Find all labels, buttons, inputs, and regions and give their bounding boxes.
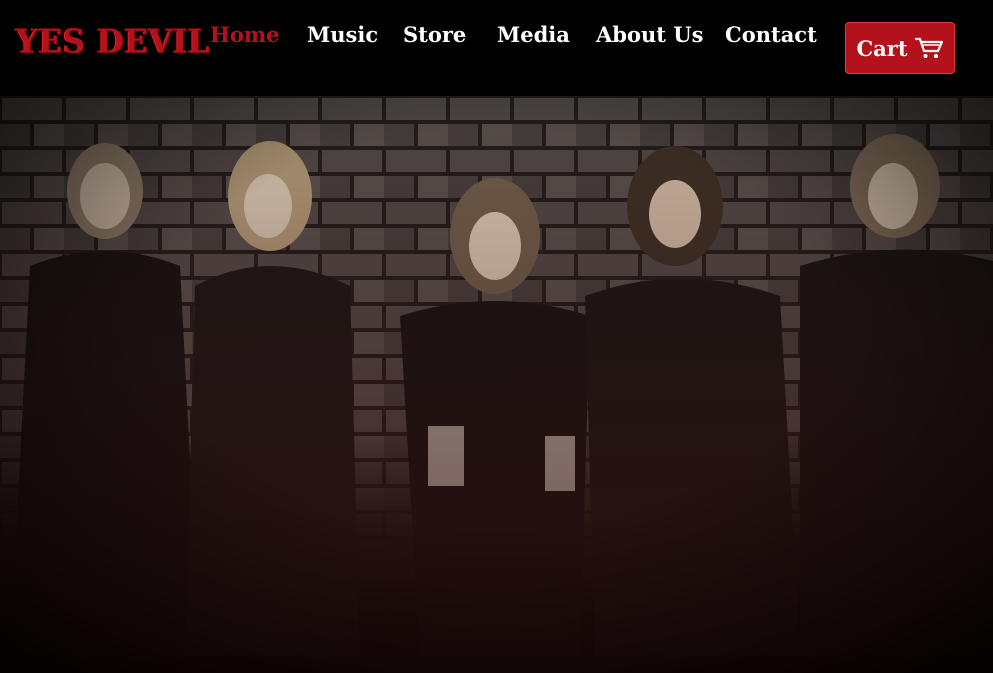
site-header: YES DEVIL Home Music Store Media About U…	[0, 0, 993, 96]
shopping-cart-icon	[914, 37, 943, 58]
nav-item-contact[interactable]: Contact	[725, 22, 817, 47]
cart-button[interactable]: Cart	[845, 22, 955, 74]
band-photo	[0, 96, 993, 673]
cart-label: Cart	[856, 35, 908, 61]
nav-item-music[interactable]: Music	[307, 22, 378, 47]
nav-item-media[interactable]: Media	[497, 22, 570, 47]
nav-item-home[interactable]: Home	[210, 22, 279, 47]
site-logo[interactable]: YES DEVIL	[16, 23, 210, 61]
nav-item-store[interactable]: Store	[403, 22, 466, 47]
hero-banner	[0, 96, 993, 673]
nav-item-about-us[interactable]: About Us	[596, 22, 703, 47]
